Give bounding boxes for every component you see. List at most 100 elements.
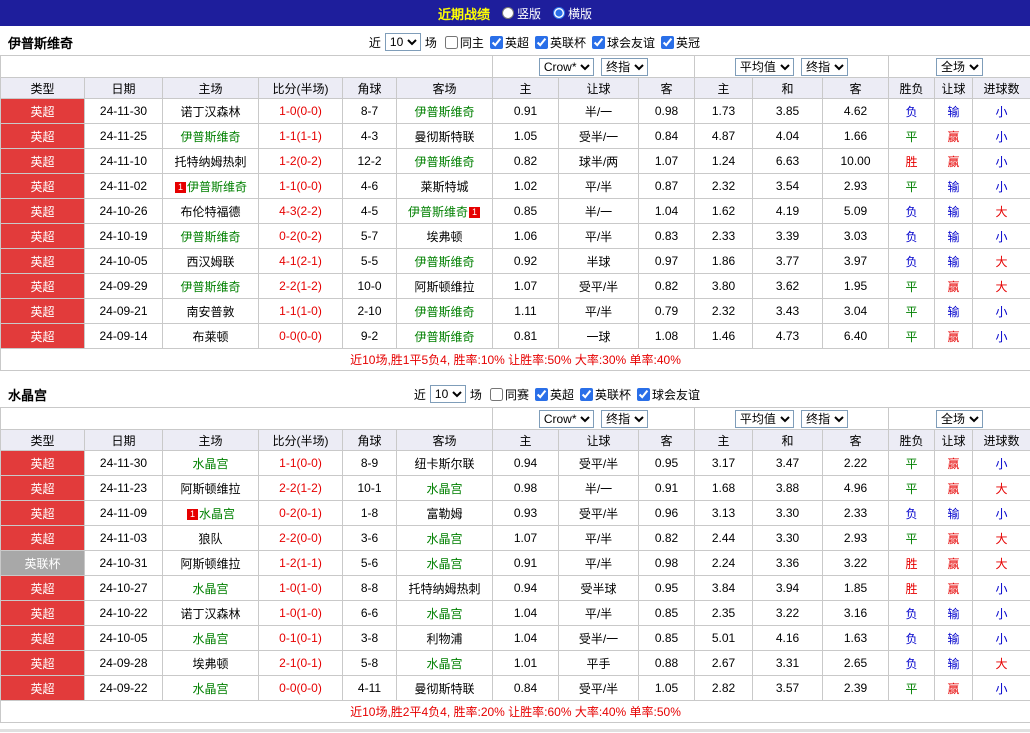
result: 平: [888, 273, 936, 299]
asia-odds-controls: Crow* 终指: [492, 407, 695, 430]
asia-home-odds: 1.07: [492, 273, 559, 299]
match-date: 24-10-31: [84, 550, 163, 576]
score: 0-1(0-1): [258, 625, 343, 651]
checkbox-label: 球会友谊: [606, 35, 655, 50]
column-header: 角球: [342, 77, 397, 99]
team-label: 水晶宫: [426, 481, 463, 496]
score: 4-3(2-2): [258, 198, 343, 224]
corners: 3-8: [342, 625, 397, 651]
filter-checkbox-英超[interactable]: 英超: [486, 34, 529, 51]
radio-vertical-input[interactable]: [501, 7, 514, 19]
bookmaker-select[interactable]: Crow*: [538, 409, 594, 428]
match-row: 英超 24-11-23 阿斯顿维拉 2-2(1-2) 10-1 水晶宫 0.98 半/一 0.9…: [0, 475, 1030, 501]
goals-result: 小: [972, 450, 1030, 476]
filter-bar: 近 10 场 同赛 英超 英联杯 球会友谊: [414, 385, 700, 403]
asia-handicap: 球半/两: [558, 148, 639, 174]
filter-checkbox-同赛[interactable]: 同赛: [486, 386, 529, 403]
match-date: 24-09-28: [84, 650, 163, 676]
filter-checkbox-英联杯[interactable]: 英联杯: [576, 386, 631, 403]
league-type: 英超: [0, 675, 85, 701]
team-label: 水晶宫: [192, 581, 229, 596]
euro-type-select[interactable]: 平均值: [734, 57, 794, 76]
score: 2-1(0-1): [258, 650, 343, 676]
home-team: 南安普敦: [162, 298, 259, 324]
column-header: 日期: [84, 77, 163, 99]
column-header: 客: [638, 77, 695, 99]
team-label: 托特纳姆热刺: [174, 154, 247, 169]
team-label: 水晶宫: [426, 656, 463, 671]
asia-time-select[interactable]: 终指: [601, 409, 649, 428]
filter-checkbox-同主[interactable]: 同主: [441, 34, 484, 51]
away-team: 托特纳姆热刺: [396, 575, 493, 601]
away-team: 水晶宫: [396, 475, 493, 501]
handicap-result: 赢: [934, 148, 974, 174]
match-date: 24-10-05: [84, 625, 163, 651]
checkbox-input[interactable]: [636, 387, 650, 401]
result: 胜: [888, 575, 936, 601]
filter-checkbox-英冠[interactable]: 英冠: [657, 34, 700, 51]
away-team: 曼彻斯特联: [396, 675, 493, 701]
radio-horizontal-input[interactable]: [553, 7, 565, 19]
asia-away-odds: 0.91: [638, 475, 695, 501]
checkbox-input[interactable]: [489, 387, 503, 401]
asia-handicap: 平/半: [558, 550, 639, 576]
away-team: 水晶宫: [396, 650, 493, 676]
layout-radio-horizontal[interactable]: 横版: [553, 5, 592, 22]
filter-checkbox-英超[interactable]: 英超: [531, 386, 574, 403]
asia-home-odds: 1.05: [492, 123, 559, 149]
asia-home-odds: 0.93: [492, 500, 559, 526]
checkbox-input[interactable]: [534, 35, 548, 49]
score: 2-2(1-2): [258, 273, 343, 299]
euro-time-select[interactable]: 终指: [801, 409, 849, 428]
team-label: 水晶宫: [426, 531, 463, 546]
match-count-select[interactable]: 10: [384, 33, 421, 51]
euro-away-odds: 2.93: [821, 525, 890, 551]
euro-type-select[interactable]: 平均值: [734, 409, 794, 428]
corners: 5-5: [342, 248, 397, 274]
euro-time-select[interactable]: 终指: [801, 57, 849, 76]
euro-draw-odds: 3.36: [752, 550, 823, 576]
match-row: 英超 24-09-28 埃弗顿 2-1(0-1) 5-8 水晶宫 1.01 平手 0.88 2.6…: [0, 650, 1030, 676]
filter-checkbox-球会友谊[interactable]: 球会友谊: [588, 34, 655, 51]
score: 1-0(1-0): [258, 600, 343, 626]
column-header: 客: [821, 77, 890, 99]
column-header-row: 类型 日期 主场 比分(半场) 角球 客场主让球客主和客胜负 让球 进球数: [0, 429, 1030, 451]
score: 1-0(0-0): [258, 98, 343, 124]
filter-checkbox-球会友谊[interactable]: 球会友谊: [633, 386, 700, 403]
match-row: 英超 24-11-09 1 水晶宫 0-2(0-1) 1-8 富勒姆 0.93 受平/半 0.96…: [0, 500, 1030, 526]
checkbox-input[interactable]: [660, 35, 674, 49]
scope-select[interactable]: 全场: [936, 57, 984, 76]
checkbox-input[interactable]: [591, 35, 605, 49]
league-type: 英超: [0, 248, 85, 274]
euro-home-odds: 2.32: [694, 173, 753, 199]
team-label: 水晶宫: [192, 631, 229, 646]
asia-handicap: 平/半: [558, 223, 639, 249]
bookmaker-select[interactable]: Crow*: [538, 57, 594, 76]
home-team: 水晶宫: [162, 625, 259, 651]
checkbox-input[interactable]: [579, 387, 593, 401]
asia-handicap: 平/半: [558, 525, 639, 551]
checkbox-input[interactable]: [534, 387, 548, 401]
summary-row: 近10场,胜2平4负4, 胜率:20% 让胜率:60% 大率:40% 单率:50…: [0, 700, 1030, 723]
asia-time-select[interactable]: 终指: [601, 57, 649, 76]
euro-draw-odds: 3.30: [752, 500, 823, 526]
filter-checkbox-英联杯[interactable]: 英联杯: [531, 34, 586, 51]
league-type: 英超: [0, 98, 85, 124]
asia-home-odds: 0.92: [492, 248, 559, 274]
layout-radio-vertical[interactable]: 竖版: [501, 5, 541, 22]
checkbox-input[interactable]: [444, 35, 458, 49]
asia-handicap: 平/半: [558, 298, 639, 324]
match-date: 24-09-21: [84, 298, 163, 324]
asia-handicap: 受平/半: [558, 450, 639, 476]
asia-away-odds: 0.95: [638, 450, 695, 476]
red-card-badge: 1: [174, 181, 186, 193]
checkbox-input[interactable]: [489, 35, 503, 49]
match-row: 英超 24-10-05 西汉姆联 4-1(2-1) 5-5 伊普斯维奇 0.92 半球 0.97…: [0, 248, 1030, 274]
away-team: 纽卡斯尔联: [396, 450, 493, 476]
asia-home-odds: 0.85: [492, 198, 559, 224]
asia-handicap: 平手: [558, 650, 639, 676]
home-team: 伊普斯维奇: [162, 273, 259, 299]
match-count-select[interactable]: 10: [429, 385, 466, 403]
scope-select[interactable]: 全场: [936, 409, 984, 428]
asia-away-odds: 0.79: [638, 298, 695, 324]
